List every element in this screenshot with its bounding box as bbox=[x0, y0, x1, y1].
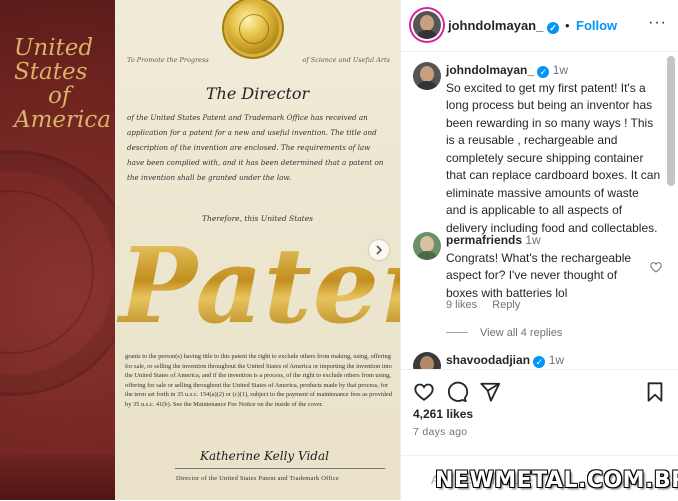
heart-icon[interactable] bbox=[649, 260, 663, 274]
caption-time[interactable]: 1w bbox=[553, 63, 568, 77]
view-replies-label: View all 4 replies bbox=[480, 327, 563, 339]
legal-text: grants to the person(s) having title to … bbox=[125, 353, 392, 408]
director-heading: The Director bbox=[205, 84, 310, 103]
avatar[interactable] bbox=[413, 352, 441, 370]
post-panel: johndolmayan_ ✓ • Follow ··· johndolmaya… bbox=[400, 0, 678, 500]
follow-button[interactable]: Follow bbox=[576, 18, 617, 33]
comment-username[interactable]: shavoodadjian bbox=[446, 353, 530, 367]
director-office: Director of the United States Patent and… bbox=[176, 475, 339, 482]
patent-word: Patent bbox=[15, 226, 400, 346]
header-username[interactable]: johndolmayan_ ✓ bbox=[448, 18, 559, 34]
avatar[interactable] bbox=[413, 232, 441, 260]
header-separator: • bbox=[565, 18, 570, 33]
comments-scrollbar[interactable] bbox=[667, 56, 675, 186]
gold-seal-icon bbox=[227, 2, 279, 54]
post-image[interactable]: United States of America To Promote the … bbox=[0, 0, 400, 500]
motto-left: To Promote the Progress bbox=[127, 56, 209, 64]
caption-body: So excited to get my first patent! It's … bbox=[446, 80, 661, 235]
comment-likes[interactable]: 9 likes bbox=[446, 299, 477, 311]
usa-title: United States of America bbox=[14, 35, 111, 133]
usa-title-line: States bbox=[14, 59, 88, 85]
watermark: NEWMETAL.COM.BR bbox=[435, 468, 678, 493]
usa-title-line: America bbox=[14, 107, 111, 133]
caption-text: johndolmayan_ ✓ 1w So excited to get my … bbox=[446, 62, 661, 237]
post-date[interactable]: 7 days ago bbox=[413, 426, 467, 438]
verified-badge-icon: ✓ bbox=[537, 66, 550, 78]
patent-body-text: of the United States Patent and Trademar… bbox=[127, 113, 384, 182]
comments-list[interactable]: johndolmayan_ ✓ 1w So excited to get my … bbox=[401, 52, 669, 370]
comment-text: permafriends 1w Congrats! What's the rec… bbox=[446, 232, 646, 302]
reply-button[interactable]: Reply bbox=[492, 299, 520, 311]
comment-username[interactable]: permafriends bbox=[446, 233, 522, 247]
usa-title-line: United bbox=[14, 35, 94, 61]
cover-right-panel: To Promote the Progress of Science and U… bbox=[115, 0, 400, 500]
header-username-text: johndolmayan_ bbox=[448, 18, 544, 33]
avatar[interactable] bbox=[413, 62, 441, 90]
signature: Katherine Kelly Vidal bbox=[200, 449, 329, 463]
more-options-button[interactable]: ··· bbox=[648, 14, 667, 32]
verified-badge-icon: ✓ bbox=[533, 356, 546, 368]
cover-bottom-band bbox=[0, 455, 115, 500]
comment-meta: 9 likes Reply bbox=[446, 299, 520, 311]
post-header: johndolmayan_ ✓ • Follow ··· bbox=[401, 0, 678, 52]
chevron-right-icon bbox=[376, 245, 383, 255]
comment-body: Congrats! What's the rechargeable aspect… bbox=[446, 250, 632, 300]
share-icon[interactable] bbox=[479, 381, 501, 403]
view-replies-button[interactable]: View all 4 replies bbox=[446, 327, 562, 339]
comment-icon[interactable] bbox=[446, 381, 468, 403]
comment-text: shavoodadjian ✓ 1w bbox=[446, 352, 661, 370]
bookmark-icon[interactable] bbox=[644, 381, 666, 403]
heart-icon[interactable] bbox=[413, 381, 435, 403]
signature-line bbox=[175, 468, 385, 469]
replies-dash bbox=[446, 332, 468, 333]
action-bar bbox=[401, 369, 678, 410]
avatar[interactable] bbox=[413, 11, 441, 39]
usa-title-line: of bbox=[48, 83, 71, 109]
therefore-line: Therefore, this United States bbox=[202, 214, 313, 223]
likes-count[interactable]: 4,261 likes bbox=[413, 407, 473, 421]
caption-username[interactable]: johndolmayan_ bbox=[446, 63, 534, 77]
comment-time[interactable]: 1w bbox=[549, 353, 564, 367]
carousel-next-button[interactable] bbox=[369, 240, 389, 260]
motto-right: of Science and Useful Arts bbox=[302, 56, 390, 64]
verified-badge-icon: ✓ bbox=[546, 22, 559, 34]
comment-time[interactable]: 1w bbox=[525, 233, 540, 247]
